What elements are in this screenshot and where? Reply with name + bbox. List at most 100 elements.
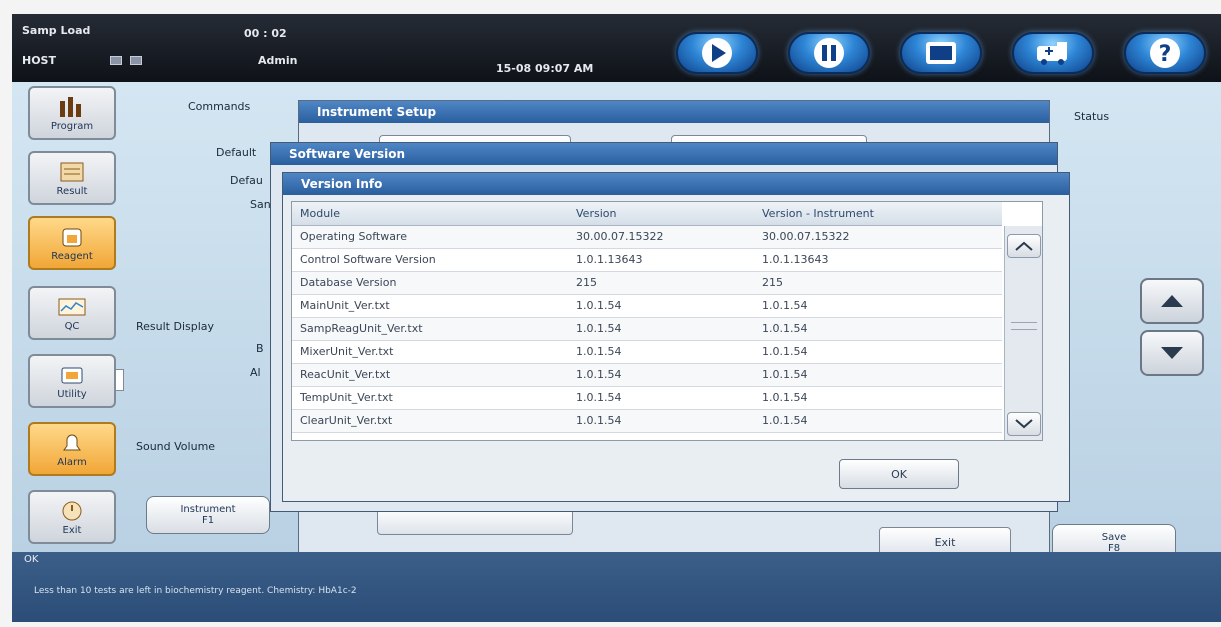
column-header-module: Module [300, 207, 340, 220]
table-row[interactable]: Database Version 215 215 [292, 272, 1002, 295]
sidebar-item-qc[interactable]: QC [28, 286, 116, 340]
instrument-f1-button[interactable]: Instrument F1 [146, 496, 270, 534]
utility-icon [61, 367, 83, 383]
reagent-icon [62, 228, 82, 246]
sidebar-item-program[interactable]: Program [28, 86, 116, 140]
cell-version-instrument: 1.0.1.54 [762, 299, 808, 312]
stop-button[interactable] [900, 32, 982, 74]
cell-version: 1.0.1.54 [576, 391, 622, 404]
version-table: Module Version Version - Instrument Oper… [291, 201, 1043, 441]
pause-icon [814, 38, 844, 68]
cell-version-instrument: 1.0.1.54 [762, 414, 808, 427]
cell-module: TempUnit_Ver.txt [300, 391, 393, 404]
instrument-f1-line1: Instrument [180, 504, 236, 515]
device-screen: Samp Load 00 : 02 HOST Admin 15-08 09:07… [12, 14, 1221, 622]
screen-icon [926, 42, 956, 64]
scroll-down-button[interactable] [1007, 412, 1041, 436]
date-time: 15-08 09:07 AM [496, 62, 594, 75]
table-row[interactable]: Operating Software 30.00.07.15322 30.00.… [292, 226, 1002, 249]
instrument-f1-line2: F1 [201, 515, 215, 526]
table-row[interactable]: MainUnit_Ver.txt 1.0.1.54 1.0.1.54 [292, 295, 1002, 318]
sidebar-item-alarm[interactable]: Alarm [28, 422, 116, 476]
cell-version-instrument: 30.00.07.15322 [762, 230, 850, 243]
b-label: B [256, 342, 264, 355]
scroll-down-button[interactable] [1140, 330, 1204, 376]
cell-version: 1.0.1.13643 [576, 253, 643, 266]
default-label-2: Defau [230, 174, 263, 187]
table-row[interactable]: SampReagUnit_Ver.txt 1.0.1.54 1.0.1.54 [292, 318, 1002, 341]
sidebar-item-reagent[interactable]: Reagent [28, 216, 116, 270]
status-bar: OK Less than 10 tests are left in bioche… [12, 552, 1221, 622]
instrument-setup-title: Instrument Setup [299, 101, 1049, 123]
sidebar-item-label: Reagent [51, 250, 93, 262]
network-icon [110, 56, 122, 65]
chevron-down-icon [1161, 347, 1183, 359]
cell-module: Control Software Version [300, 253, 436, 266]
ambulance-icon [1037, 42, 1067, 65]
cell-version: 1.0.1.54 [576, 299, 622, 312]
cell-module: Database Version [300, 276, 397, 289]
column-header-version-instrument: Version - Instrument [762, 207, 874, 220]
cell-version: 30.00.07.15322 [576, 230, 664, 243]
start-button[interactable] [676, 32, 758, 74]
table-row[interactable]: TempUnit_Ver.txt 1.0.1.54 1.0.1.54 [292, 387, 1002, 410]
al-label: Al [250, 366, 261, 379]
sidebar-item-label: Result [56, 185, 88, 197]
version-info-title: Version Info [283, 173, 1069, 195]
cell-module: ReacUnit_Ver.txt [300, 368, 391, 381]
scroll-up-button[interactable] [1007, 234, 1041, 258]
pause-button[interactable] [788, 32, 870, 74]
default-label-1: Default [216, 146, 257, 159]
cell-version: 1.0.1.54 [576, 414, 622, 427]
host-label: HOST [22, 54, 56, 67]
svg-text:?: ? [1159, 42, 1172, 67]
user-name: Admin [258, 54, 298, 67]
stat-button[interactable] [1012, 32, 1094, 74]
timer-value: 00 : 02 [244, 27, 287, 40]
sound-volume-label: Sound Volume [136, 440, 216, 453]
sidebar-item-utility[interactable]: Utility [28, 354, 116, 408]
cell-version-instrument: 1.0.1.54 [762, 345, 808, 358]
samp-load-label: Samp Load [22, 24, 91, 37]
sidebar-item-exit[interactable]: Exit [28, 490, 116, 544]
sidebar-item-label: Program [50, 120, 94, 132]
cell-version-instrument: 1.0.1.54 [762, 368, 808, 381]
ok-button[interactable]: OK [839, 459, 959, 489]
commands-label: Commands [188, 100, 251, 113]
selected-indicator [116, 369, 124, 391]
sidebar: Program Result Reagent QC Utility Alarm … [28, 86, 128, 546]
sidebar-item-label: Exit [62, 524, 82, 536]
cell-version: 1.0.1.54 [576, 345, 622, 358]
exit-icon [62, 501, 82, 520]
help-button[interactable]: ? [1124, 32, 1206, 74]
result-display-label: Result Display [136, 320, 215, 333]
cell-module: MainUnit_Ver.txt [300, 299, 390, 312]
scroll-up-button[interactable] [1140, 278, 1204, 324]
sidebar-item-result[interactable]: Result [28, 151, 116, 205]
cell-version-instrument: 1.0.1.54 [762, 391, 808, 404]
table-scrollbar[interactable] [1004, 226, 1042, 440]
chevron-down-icon [1015, 419, 1033, 429]
chevron-up-icon [1015, 241, 1033, 251]
status-state: OK [24, 554, 39, 565]
sidebar-item-label: Utility [57, 388, 87, 400]
table-row[interactable]: MixerUnit_Ver.txt 1.0.1.54 1.0.1.54 [292, 341, 1002, 364]
table-row[interactable]: Control Software Version 1.0.1.13643 1.0… [292, 249, 1002, 272]
header-bar: Samp Load 00 : 02 HOST Admin 15-08 09:07… [12, 14, 1221, 82]
table-row[interactable]: ClearUnit_Ver.txt 1.0.1.54 1.0.1.54 [292, 410, 1002, 433]
table-body: Operating Software 30.00.07.15322 30.00.… [292, 226, 1002, 440]
cell-version: 215 [576, 276, 597, 289]
software-version-title: Software Version [271, 143, 1057, 165]
column-header-version: Version [576, 207, 617, 220]
help-icon: ? [1150, 38, 1180, 68]
scrollbar-thumb[interactable] [1011, 322, 1037, 330]
save-f8-line1: Save [1101, 532, 1127, 543]
qc-chart-icon [58, 298, 86, 315]
alarm-bell-icon [63, 434, 81, 450]
cell-version-instrument: 1.0.1.54 [762, 322, 808, 335]
table-row[interactable]: ReacUnit_Ver.txt 1.0.1.54 1.0.1.54 [292, 364, 1002, 387]
version-info-window: Version Info Module Version Version - In… [282, 172, 1070, 502]
sidebar-item-label: Alarm [57, 456, 87, 468]
cell-version: 1.0.1.54 [576, 322, 622, 335]
printer-icon [130, 56, 142, 65]
